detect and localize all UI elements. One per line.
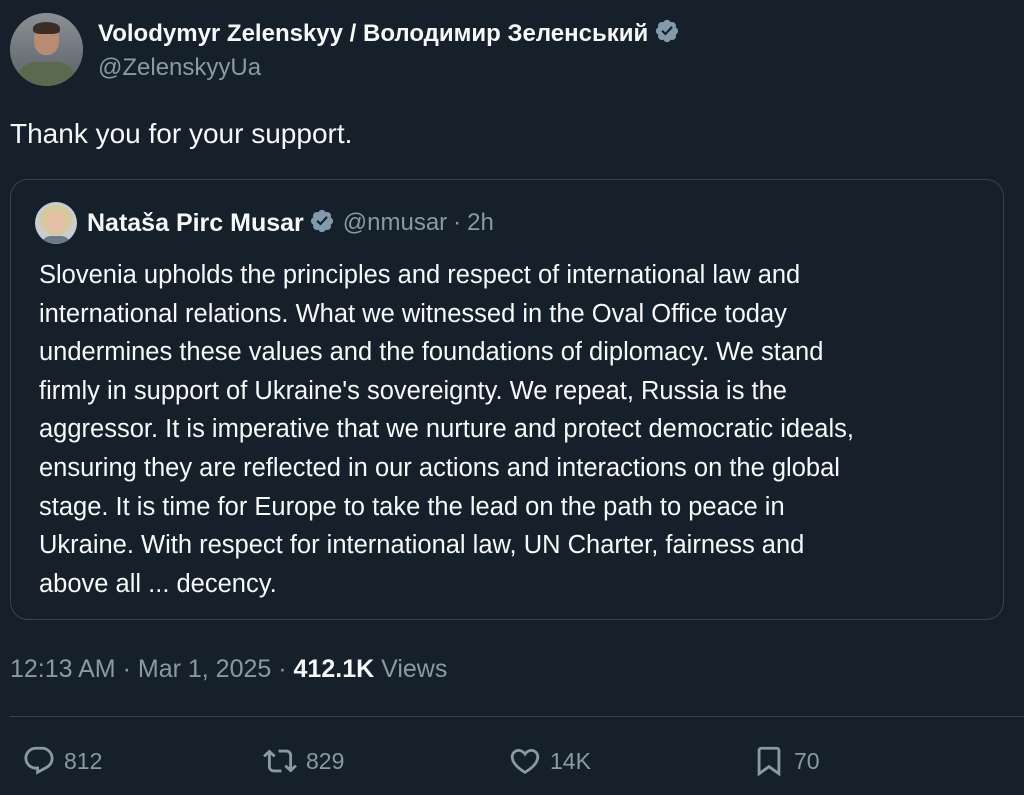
reply-icon <box>22 744 56 778</box>
tweet-text: Thank you for your support. <box>10 118 353 149</box>
bookmark-button[interactable]: 70 <box>752 738 820 784</box>
author-names: Volodymyr Zelenskyy / Володимир Зеленськ… <box>98 18 680 83</box>
like-icon <box>508 744 542 778</box>
verified-badge-icon[interactable] <box>654 18 680 49</box>
meta-separator: · <box>278 655 287 683</box>
tweet-time[interactable]: 12:13 AM <box>10 655 116 683</box>
views-label: Views <box>381 655 448 683</box>
tweet-actions: 812 829 14K 70 <box>0 738 1024 784</box>
repost-count: 829 <box>306 747 345 774</box>
quoted-tweet-text: Slovenia upholds the principles and resp… <box>39 261 854 598</box>
quoted-author-handle[interactable]: @nmusar <box>343 209 447 237</box>
bookmark-count: 70 <box>794 747 820 774</box>
author-avatar[interactable] <box>10 13 83 86</box>
like-button[interactable]: 14K <box>508 738 591 784</box>
views-count: 412.1K <box>293 655 375 683</box>
author-display-name[interactable]: Volodymyr Zelenskyy / Володимир Зеленськ… <box>98 19 648 49</box>
like-count: 14K <box>550 747 591 774</box>
verified-badge-icon[interactable] <box>309 208 335 239</box>
bookmark-icon <box>752 741 786 781</box>
meta-separator: · <box>122 655 131 683</box>
quoted-tweet-card[interactable]: Nataša Pirc Musar @nmusar · 2h Slovenia … <box>10 179 1004 620</box>
tweet-date[interactable]: Mar 1, 2025 <box>138 655 271 683</box>
repost-button[interactable]: 829 <box>262 738 344 784</box>
repost-icon <box>262 744 298 778</box>
quoted-author-display-name[interactable]: Nataša Pirc Musar <box>87 209 304 238</box>
divider <box>10 716 1024 717</box>
quoted-author-avatar[interactable] <box>35 202 77 244</box>
reply-button[interactable]: 812 <box>22 738 102 784</box>
quoted-timestamp[interactable]: 2h <box>467 209 494 237</box>
quoted-separator: · <box>453 209 462 236</box>
quoted-tweet-header: Nataša Pirc Musar @nmusar · 2h <box>35 202 494 244</box>
tweet-meta: 12:13 AM · Mar 1, 2025 · 412.1K Views <box>10 652 447 686</box>
author-handle[interactable]: @ZelenskyyUa <box>98 53 680 83</box>
reply-count: 812 <box>64 747 103 774</box>
tweet-header: Volodymyr Zelenskyy / Володимир Зеленськ… <box>10 13 680 86</box>
